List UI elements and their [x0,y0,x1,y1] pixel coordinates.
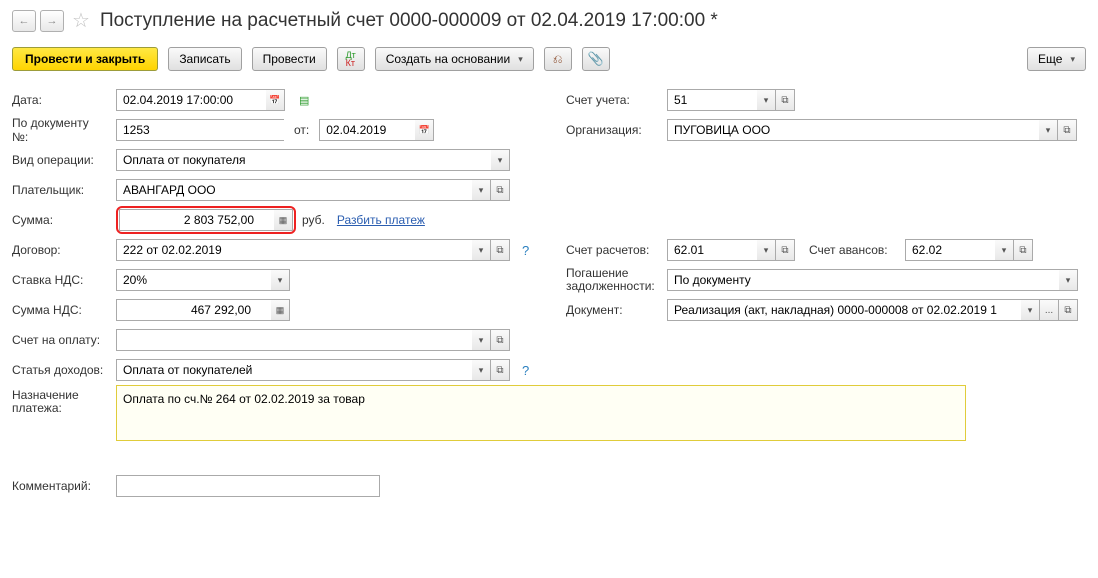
document-open-icon[interactable] [1059,299,1078,321]
date-label: Дата: [12,93,110,107]
op-type-label: Вид операции: [12,153,110,167]
settle-input[interactable] [667,239,757,261]
create-based-on-button[interactable]: Создать на основании [375,47,534,71]
contract-input[interactable] [116,239,472,261]
document-dropdown-icon[interactable] [1021,299,1040,321]
doc-no-label: По документу №: [12,116,110,144]
vat-amount-calc-icon[interactable] [271,299,290,321]
vat-rate-label: Ставка НДС: [12,273,110,287]
org-dropdown-icon[interactable] [1039,119,1058,141]
date-input[interactable] [116,89,266,111]
purpose-label: Назначение платежа: [12,385,110,415]
advance-label: Счет авансов: [809,243,899,257]
debt-dropdown-icon[interactable] [1059,269,1078,291]
debt-label: Погашение задолженности: [566,267,661,293]
page-title: Поступление на расчетный счет 0000-00000… [100,10,718,32]
doc-date-calendar-icon[interactable] [415,119,434,141]
vat-rate-input[interactable] [116,269,271,291]
org-input[interactable] [667,119,1039,141]
structure-button[interactable]: ⎌ [544,47,572,71]
settle-open-icon[interactable] [776,239,795,261]
vat-amount-input[interactable] [116,299,271,321]
invoice-dropdown-icon[interactable] [472,329,491,351]
payer-input[interactable] [116,179,472,201]
contract-dropdown-icon[interactable] [472,239,491,261]
amount-label: Сумма: [12,213,110,227]
comment-input[interactable] [116,475,380,497]
account-open-icon[interactable] [776,89,795,111]
paperclip-icon: 📎 [588,51,604,67]
calendar-icon[interactable] [266,89,285,111]
amount-calc-icon[interactable] [274,209,293,231]
doc-date-input[interactable] [319,119,415,141]
invoice-input[interactable] [116,329,472,351]
dr-cr-button[interactable]: ДтКт [337,47,365,71]
document-dots-icon[interactable] [1040,299,1059,321]
contract-help-icon[interactable]: ? [522,243,529,258]
save-button[interactable]: Записать [168,47,241,71]
account-input[interactable] [667,89,757,111]
document-input[interactable] [667,299,1021,321]
income-label: Статья доходов: [12,363,110,377]
invoice-open-icon[interactable] [491,329,510,351]
doc-status-icon[interactable]: ▤ [299,94,309,107]
payer-label: Плательщик: [12,183,110,197]
nav-forward-button[interactable]: → [40,10,64,32]
vat-amount-label: Сумма НДС: [12,303,110,317]
document-label: Документ: [566,303,661,317]
advance-input[interactable] [905,239,995,261]
dr-cr-icon: ДтКт [346,51,356,67]
more-button[interactable]: Еще [1027,47,1086,71]
org-open-icon[interactable] [1058,119,1077,141]
amount-input[interactable] [119,209,274,231]
income-help-icon[interactable]: ? [522,363,529,378]
vat-rate-dropdown-icon[interactable] [271,269,290,291]
comment-label: Комментарий: [12,479,110,493]
nav-back-button[interactable]: ← [12,10,36,32]
income-open-icon[interactable] [491,359,510,381]
advance-open-icon[interactable] [1014,239,1033,261]
from-label: от: [294,123,309,137]
post-and-close-button[interactable]: Провести и закрыть [12,47,158,71]
rub-label: руб. [302,213,325,227]
payer-dropdown-icon[interactable] [472,179,491,201]
attachments-button[interactable]: 📎 [582,47,610,71]
income-dropdown-icon[interactable] [472,359,491,381]
account-label: Счет учета: [566,93,661,107]
income-input[interactable] [116,359,472,381]
org-label: Организация: [566,123,661,137]
op-type-input[interactable] [116,149,491,171]
op-type-dropdown-icon[interactable] [491,149,510,171]
settle-label: Счет расчетов: [566,243,661,257]
doc-no-input[interactable] [116,119,284,141]
account-dropdown-icon[interactable] [757,89,776,111]
invoice-label: Счет на оплату: [12,333,110,347]
structure-icon: ⎌ [553,52,563,67]
contract-label: Договор: [12,243,110,257]
advance-dropdown-icon[interactable] [995,239,1014,261]
split-payment-link[interactable]: Разбить платеж [337,213,425,227]
debt-input[interactable] [667,269,1059,291]
contract-open-icon[interactable] [491,239,510,261]
post-button[interactable]: Провести [252,47,327,71]
favorite-star-icon[interactable]: ☆ [72,8,90,33]
settle-dropdown-icon[interactable] [757,239,776,261]
payer-open-icon[interactable] [491,179,510,201]
purpose-textarea[interactable] [116,385,966,441]
